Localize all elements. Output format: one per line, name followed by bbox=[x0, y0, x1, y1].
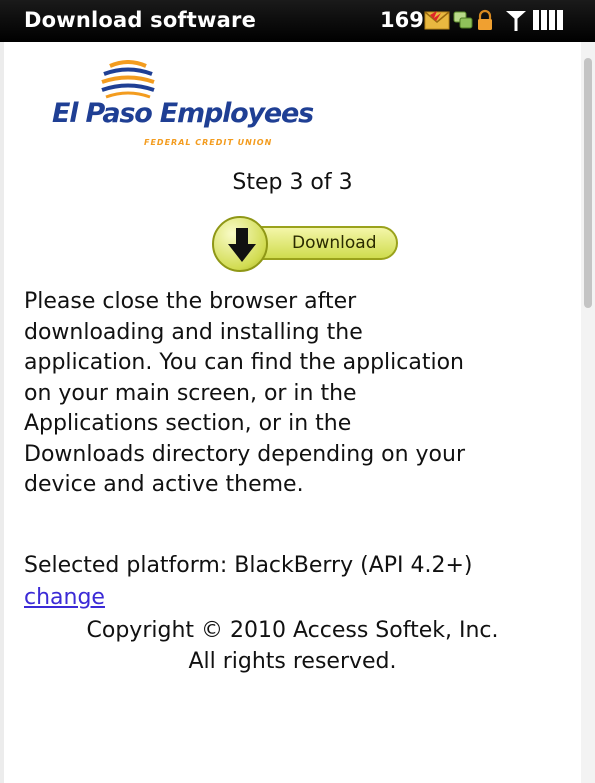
instructions-line: Applications section, or in the bbox=[24, 411, 352, 436]
logo-subtitle: FEDERAL CREDIT UNION bbox=[144, 138, 273, 147]
battery-icon bbox=[533, 10, 563, 30]
lock-icon bbox=[478, 9, 492, 30]
download-button-circle[interactable] bbox=[212, 216, 268, 272]
el-paso-employees-logo: El Paso Employees FEDERAL CREDIT UNION bbox=[52, 60, 314, 156]
copyright-line: Copyright © 2010 Access Softek, Inc. bbox=[86, 618, 499, 643]
status-bar: Download software 169 bbox=[0, 0, 595, 42]
instructions-line: application. You can find the applicatio… bbox=[24, 350, 464, 375]
copyright-notice: Copyright © 2010 Access Softek, Inc. All… bbox=[4, 615, 581, 677]
page-content: El Paso Employees FEDERAL CREDIT UNION S… bbox=[0, 42, 581, 783]
instructions-line: Downloads directory depending on your bbox=[24, 441, 466, 467]
mail-icon bbox=[424, 11, 450, 30]
download-arrow-icon bbox=[228, 228, 256, 262]
instructions-line: downloading and installing the bbox=[24, 319, 363, 345]
step-indicator: Step 3 of 3 bbox=[232, 170, 353, 195]
bbm-icon bbox=[453, 11, 473, 29]
selected-platform: Selected platform: BlackBerry (API 4.2+) bbox=[24, 553, 473, 578]
notification-count: 169 bbox=[380, 8, 424, 32]
instructions-text: Please close the browser after downloadi… bbox=[24, 287, 584, 501]
instructions-line: device and active theme. bbox=[24, 472, 304, 497]
scroll-thumb[interactable] bbox=[584, 58, 592, 308]
logo-sun-icon bbox=[101, 60, 155, 99]
status-title: Download software bbox=[24, 8, 257, 32]
change-platform-link[interactable]: change bbox=[24, 585, 105, 610]
rights-line: All rights reserved. bbox=[188, 649, 397, 674]
scrollbar[interactable] bbox=[581, 42, 595, 783]
signal-icon bbox=[506, 11, 526, 31]
logo-name: El Paso Employees bbox=[52, 98, 314, 129]
instructions-line: Please close the browser after bbox=[24, 289, 357, 314]
download-button-label[interactable]: Download bbox=[292, 233, 377, 253]
instructions-line: on your main screen, or in the bbox=[24, 380, 357, 406]
download-button[interactable]: Download bbox=[212, 216, 400, 272]
